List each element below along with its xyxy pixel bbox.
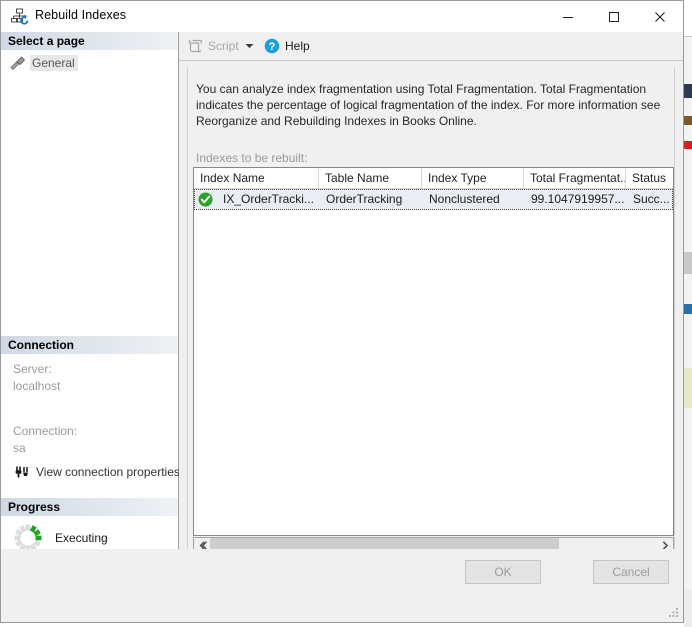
cell-total-fragmentation: 99.1047919957...	[531, 192, 625, 206]
bg-segment	[684, 252, 692, 274]
page-general-icon	[9, 55, 27, 71]
grid-header-row: Index Name Table Name Index Type Total F…	[194, 168, 673, 189]
svg-text:?: ?	[269, 41, 276, 53]
chevron-down-icon[interactable]	[241, 35, 257, 57]
table-row[interactable]: IX_OrderTracki... OrderTracking Nonclust…	[194, 189, 673, 210]
progress-header-label: Progress	[8, 500, 61, 514]
sidebar-section-connection: Connection	[1, 336, 178, 355]
sidebar-item-general[interactable]: General	[9, 54, 82, 71]
script-button[interactable]: Script	[184, 35, 242, 57]
content-pane: You can analyze index fragmentation usin…	[187, 67, 675, 575]
progress-status-label: Executing	[55, 531, 108, 545]
server-label: Server:	[13, 362, 52, 376]
bg-segment	[684, 116, 692, 125]
bg-segment	[684, 590, 692, 627]
bg-segment	[684, 37, 692, 84]
sidebar-item-general-label: General	[30, 54, 78, 71]
indexes-grid[interactable]: Index Name Table Name Index Type Total F…	[193, 167, 674, 536]
description-text: You can analyze index fragmentation usin…	[196, 82, 661, 128]
bg-segment	[684, 304, 692, 314]
minimize-button[interactable]	[545, 1, 591, 32]
rebuild-indexes-dialog: Rebuild Indexes Select a page General Co…	[0, 0, 684, 623]
help-button[interactable]: ? Help	[261, 35, 313, 57]
right-panel: Script ? Help You can analyze index frag…	[179, 32, 683, 581]
grid-column-header-total-fragmentation[interactable]: Total Fragmentat...	[524, 168, 626, 188]
cell-status: Succ...	[633, 192, 670, 206]
bg-segment	[684, 314, 692, 368]
script-button-label: Script	[208, 39, 239, 53]
sidebar: Select a page General Connection Server:…	[1, 32, 180, 581]
ok-button-label: OK	[494, 565, 512, 579]
sidebar-section-select-a-page: Select a page	[1, 32, 178, 51]
grid-caption: Indexes to be rebuilt:	[196, 151, 308, 165]
cancel-button-label: Cancel	[612, 565, 650, 579]
resize-grip-icon[interactable]	[667, 606, 680, 619]
grid-column-header-index-type[interactable]: Index Type	[422, 168, 524, 188]
cell-table-name: OrderTracking	[326, 192, 403, 206]
cell-index-name: IX_OrderTracki...	[223, 192, 314, 206]
rebuild-indexes-icon	[10, 7, 30, 27]
connection-properties-icon	[13, 464, 30, 480]
bg-segment	[684, 408, 692, 590]
cell-index-type: Nonclustered	[429, 192, 500, 206]
bg-segment	[684, 0, 692, 36]
dialog-footer: OK Cancel	[1, 549, 683, 622]
bg-segment	[684, 125, 692, 141]
bg-segment	[684, 149, 692, 252]
background-app-strip	[684, 0, 692, 627]
toolbar: Script ? Help	[179, 32, 683, 61]
bg-segment	[684, 84, 692, 98]
grid-column-header-index-name[interactable]: Index Name	[194, 168, 319, 188]
grid-column-header-table-name[interactable]: Table Name	[319, 168, 422, 188]
maximize-button[interactable]	[591, 1, 637, 32]
connection-label: Connection:	[13, 424, 78, 438]
bg-segment	[684, 98, 692, 116]
dialog-body: Select a page General Connection Server:…	[1, 32, 683, 622]
title-bar: Rebuild Indexes	[1, 1, 683, 32]
help-question-icon: ?	[264, 38, 280, 54]
script-icon	[187, 38, 204, 54]
bg-segment	[684, 141, 692, 149]
grid-column-header-status[interactable]: Status	[626, 168, 673, 188]
connection-value: sa	[13, 441, 26, 455]
ok-button[interactable]: OK	[465, 560, 541, 584]
window-title: Rebuild Indexes	[35, 8, 127, 22]
view-connection-properties-label: View connection properties	[36, 465, 180, 479]
bg-segment	[684, 368, 692, 408]
close-button[interactable]	[637, 1, 683, 32]
help-button-label: Help	[285, 39, 310, 53]
select-a-page-header-label: Select a page	[8, 34, 85, 48]
view-connection-properties-link[interactable]: View connection properties	[13, 464, 180, 480]
connection-header-label: Connection	[8, 338, 74, 352]
bg-segment	[684, 274, 692, 304]
server-value: localhost	[13, 379, 61, 393]
success-check-icon	[198, 192, 213, 207]
sidebar-section-progress: Progress	[1, 498, 178, 517]
cancel-button[interactable]: Cancel	[593, 560, 669, 584]
